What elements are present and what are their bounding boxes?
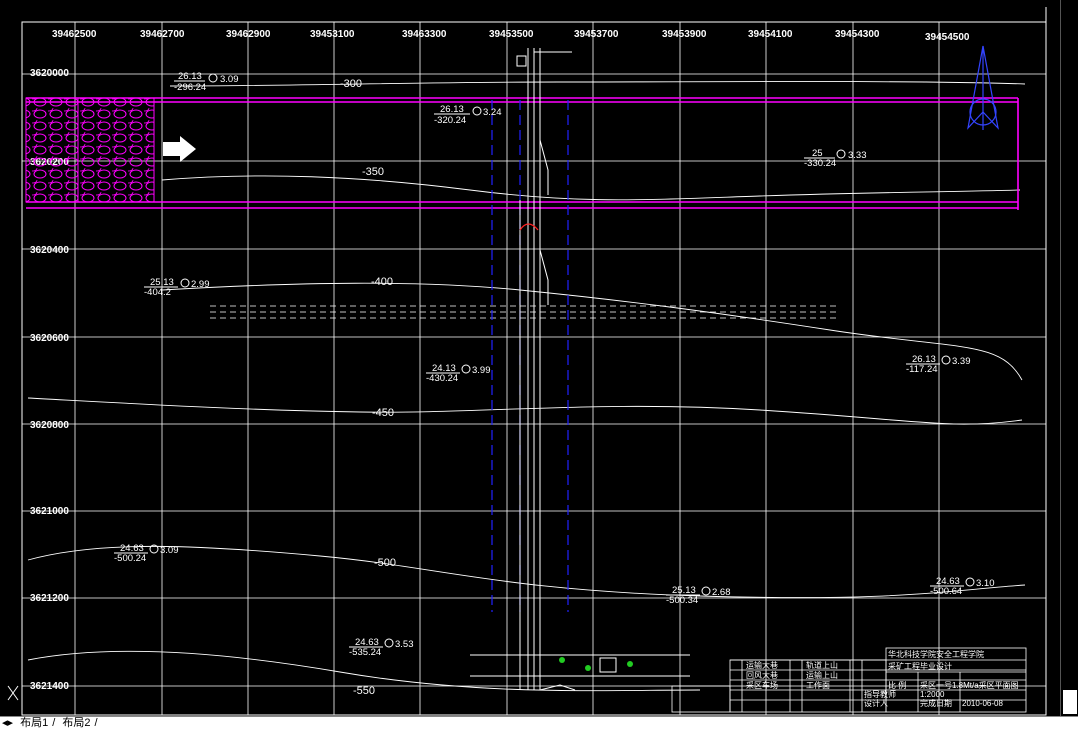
y-label: 3621400 [30, 681, 69, 692]
dashed-roadways [210, 305, 840, 319]
svg-text:-430.24: -430.24 [426, 373, 458, 384]
cad-drawing[interactable]: 39462500 39462700 39462900 39453100 3946… [0, 0, 1060, 716]
svg-text:-320.24: -320.24 [434, 115, 466, 126]
svg-text:2.99: 2.99 [191, 279, 210, 290]
tab-layout1[interactable]: 布局1 [18, 717, 50, 730]
designer-label: 设计人 [864, 698, 888, 708]
y-label: 3620000 [30, 68, 69, 79]
svg-text:26.13: 26.13 [178, 71, 202, 82]
x-label: 39453100 [310, 29, 355, 40]
shaft-lines [519, 48, 572, 690]
scale-value: 1:2000 [920, 690, 945, 699]
svg-text:-500.24: -500.24 [114, 553, 146, 564]
x-label: 39454500 [925, 32, 970, 43]
borehole: 25.13-500.342.68 [666, 585, 731, 606]
x-label: 39454100 [748, 29, 793, 40]
cad-drawing-canvas[interactable]: 39462500 39462700 39462900 39453100 3946… [0, 0, 1078, 716]
x-label: 39453900 [662, 29, 707, 40]
contour-label: -500 [374, 557, 396, 569]
svg-text:3.39: 3.39 [952, 356, 971, 367]
svg-text:-296.24: -296.24 [174, 82, 206, 93]
svg-text:-404.2: -404.2 [144, 287, 171, 298]
title-block-text: 华北科技学院安全工程学院 采矿工程毕业设计 采区一号1.8Mt/a采区平面图 比… [746, 649, 1019, 708]
legend-row: 运输大巷 [746, 660, 778, 670]
date-value: 2010-06-08 [962, 699, 1003, 708]
green-markers [559, 657, 633, 671]
y-label: 3621200 [30, 593, 69, 604]
x-label: 39453700 [574, 29, 619, 40]
x-label: 39453500 [489, 29, 534, 40]
x-label: 39462900 [226, 29, 271, 40]
borehole: 25-330.243.33 [804, 148, 867, 169]
contour-labels: -300 -350 -400 -450 -500 -550 [340, 78, 396, 697]
svg-text:3.99: 3.99 [472, 365, 491, 376]
y-label: 3620600 [30, 333, 69, 344]
borehole: 24.13-430.243.99 [426, 363, 491, 384]
layout-tab-bar: ◂▸ 布局1/ 布局2/ [0, 716, 1078, 730]
tab-layout2[interactable]: 布局2 [60, 717, 92, 730]
x-label: 39462500 [52, 29, 97, 40]
vertical-scrollbar[interactable] [1060, 0, 1078, 716]
contour-label: -300 [340, 78, 362, 90]
borehole: 26.13-320.24 3.24 [434, 104, 502, 126]
ucs-icon [7, 685, 19, 701]
svg-text:-500.34: -500.34 [666, 595, 698, 606]
svg-text:-535.24: -535.24 [349, 647, 381, 658]
pit-bottom-structure [470, 654, 690, 691]
y-label: 3620400 [30, 245, 69, 256]
svg-text:-330.24: -330.24 [804, 158, 836, 169]
y-label: 3620800 [30, 420, 69, 431]
svg-text:3.33: 3.33 [848, 150, 867, 161]
legend-row: 轨道上山 [806, 660, 838, 670]
svg-text:2.68: 2.68 [712, 587, 731, 598]
x-axis-labels: 39462500 39462700 39462900 39453100 3946… [52, 29, 970, 43]
y-label: 3621000 [30, 506, 69, 517]
x-label: 39462700 [140, 29, 185, 40]
borehole-markers: 26.13-296.243.09 26.13-320.243.24 25-330… [114, 71, 995, 658]
grid-vertical-lines [74, 22, 940, 715]
goaf-hatched-area [25, 97, 155, 203]
fault-lines [491, 100, 569, 612]
x-label: 39454300 [835, 29, 880, 40]
borehole: 26.13-117.243.39 [906, 354, 971, 375]
drawing-name: 采区一号1.8Mt/a采区平面图 [920, 680, 1019, 690]
north-arrow-icon [967, 45, 999, 130]
school-name: 华北科技学院安全工程学院 [888, 649, 984, 659]
tab-separator: / [94, 717, 98, 729]
contour-label: -450 [372, 407, 394, 419]
svg-text:3.53: 3.53 [395, 639, 414, 650]
svg-text:3.09: 3.09 [220, 74, 239, 85]
flow-arrow-icon [163, 136, 196, 162]
svg-text:3.24: 3.24 [483, 107, 502, 118]
svg-text:-500.64: -500.64 [930, 586, 962, 597]
contour-lines [27, 81, 1026, 692]
scrollbar-thumb[interactable] [1063, 690, 1077, 714]
tab-nav-arrows[interactable]: ◂▸ [0, 717, 15, 730]
svg-text:-117.24: -117.24 [906, 364, 938, 375]
legend-row: 工作面 [806, 680, 830, 690]
tab-separator: / [52, 717, 56, 729]
svg-text:3.10: 3.10 [976, 578, 995, 589]
date-label: 完成日期 [920, 698, 952, 708]
contour-label: -400 [371, 276, 393, 288]
legend-row: 采区车场 [746, 680, 778, 690]
project-subtitle: 采矿工程毕业设计 [888, 661, 952, 671]
svg-text:26.13: 26.13 [440, 104, 464, 115]
borehole: 24.63-500.643.10 [930, 576, 995, 597]
scale-label: 比 例 [888, 680, 906, 690]
legend-row: 回风大巷 [746, 670, 778, 680]
checker-label: 指导教师 [864, 689, 896, 699]
borehole: 25.13-404.22.99 [144, 277, 210, 298]
legend-row: 运输上山 [806, 670, 838, 680]
svg-text:3.09: 3.09 [160, 545, 179, 556]
contour-label: -550 [353, 685, 375, 697]
x-label: 39463300 [402, 29, 447, 40]
borehole: 24.63-535.243.53 [349, 637, 414, 658]
contour-label: -350 [362, 166, 384, 178]
